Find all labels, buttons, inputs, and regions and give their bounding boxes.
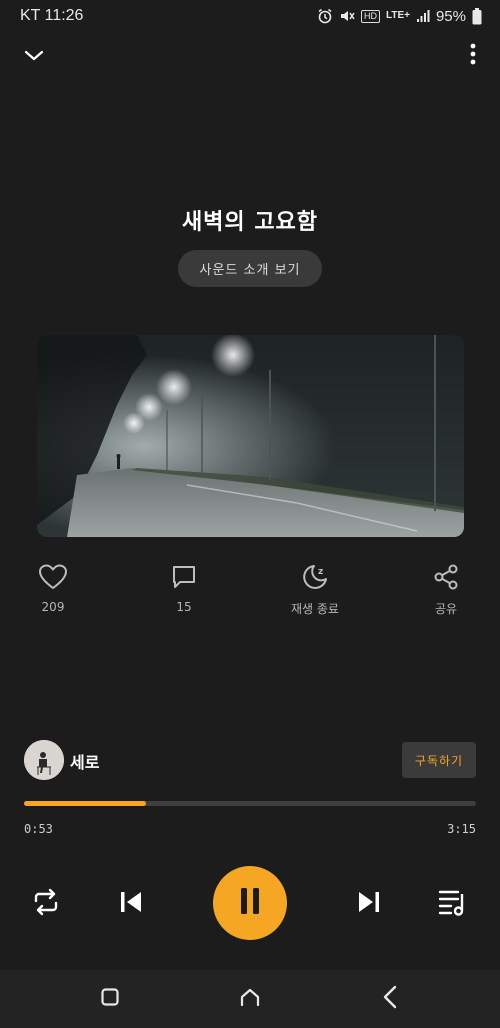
hd-badge: HD — [360, 9, 380, 23]
top-bar — [0, 40, 500, 72]
total-time: 3:15 — [447, 822, 476, 836]
home-icon — [239, 987, 261, 1011]
skip-previous-icon — [119, 890, 143, 918]
heart-icon — [38, 560, 68, 594]
back-icon — [382, 985, 398, 1013]
artist-avatar[interactable] — [24, 740, 64, 780]
comment-count: 15 — [176, 600, 192, 614]
subscribe-button[interactable]: 구독하기 — [402, 742, 476, 778]
like-button[interactable]: 209 — [8, 560, 98, 614]
action-row: 209 15 z 재생 종료 공유 — [0, 560, 500, 620]
share-icon — [432, 560, 460, 594]
repeat-icon — [31, 888, 61, 920]
comment-icon — [170, 560, 198, 594]
playback-controls — [0, 866, 500, 942]
album-artwork — [37, 335, 464, 537]
repeat-button[interactable] — [30, 888, 62, 920]
status-icons: HD LTE+ 95% — [317, 5, 482, 27]
more-options-button[interactable] — [466, 42, 480, 70]
recents-button[interactable] — [95, 984, 125, 1014]
next-button[interactable] — [355, 889, 383, 919]
skip-next-icon — [357, 890, 381, 918]
status-carrier-time: KT 11:26 — [20, 7, 84, 24]
like-count: 209 — [41, 600, 65, 614]
moon-icon: z — [300, 560, 330, 594]
elapsed-time: 0:53 — [24, 822, 53, 836]
back-button[interactable] — [375, 984, 405, 1014]
progress-fill — [24, 801, 147, 806]
home-button[interactable] — [235, 984, 265, 1014]
more-vertical-icon — [470, 43, 476, 69]
share-label: 공유 — [434, 602, 458, 616]
progress-bar[interactable] — [24, 801, 476, 806]
recents-icon — [100, 987, 120, 1011]
track-title: 새벽의 고요함 — [181, 210, 319, 235]
pause-button[interactable] — [213, 866, 287, 940]
share-button[interactable]: 공유 — [401, 560, 491, 617]
comment-button[interactable]: 15 — [139, 560, 229, 614]
signal-icon — [416, 9, 430, 23]
pause-icon — [239, 887, 261, 919]
alarm-icon — [317, 8, 333, 24]
playlist-icon — [438, 888, 468, 920]
artist-row: 세로 구독하기 — [0, 740, 500, 782]
lte-label: LTE+ — [385, 10, 410, 21]
playlist-button[interactable] — [437, 889, 469, 919]
previous-button[interactable] — [117, 889, 145, 919]
sound-intro-button[interactable]: 사운드 소개 보기 — [178, 250, 322, 287]
svg-text:z: z — [318, 567, 323, 577]
status-bar: KT 11:26 HD LTE+ 95% — [0, 0, 500, 34]
sleep-timer-button[interactable]: z 재생 종료 — [270, 560, 360, 617]
battery-text: 95% — [435, 7, 466, 25]
collapse-button[interactable] — [20, 42, 48, 70]
sleep-timer-label: 재생 종료 — [291, 602, 339, 616]
artist-name[interactable]: 세로 — [70, 749, 99, 773]
mute-icon — [339, 8, 355, 24]
system-nav-bar — [0, 970, 500, 1028]
battery-icon — [472, 7, 482, 25]
chevron-down-icon — [24, 47, 44, 66]
